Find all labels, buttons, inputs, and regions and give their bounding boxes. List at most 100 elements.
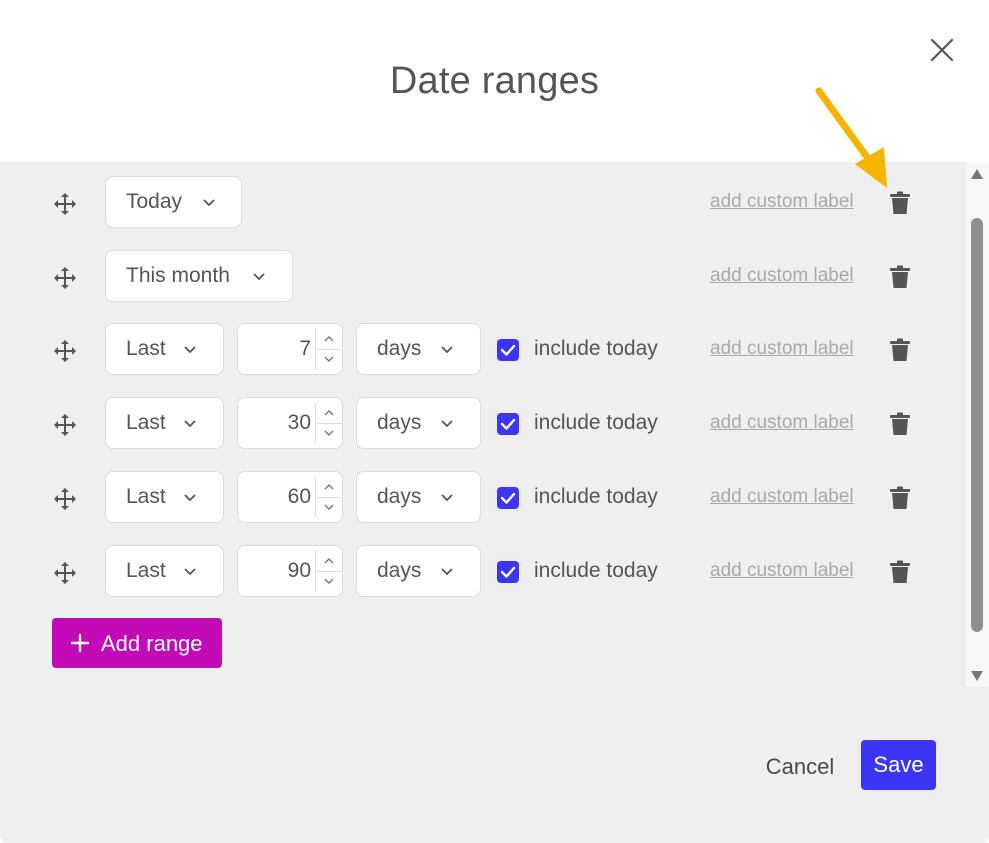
date-ranges-dialog: Date ranges Today add custom label This …: [0, 0, 989, 843]
dialog-title: Date ranges: [389, 60, 600, 102]
checkmark-icon: [500, 492, 516, 504]
chevron-up-icon: [324, 410, 334, 416]
range-row: Last 90 days include today add custom la…: [0, 545, 966, 599]
count-value[interactable]: 7: [299, 337, 311, 361]
scroll-up-arrow-icon[interactable]: [970, 168, 984, 180]
add-custom-label-link[interactable]: add custom label: [710, 338, 854, 360]
decrement-button[interactable]: [316, 423, 342, 444]
add-range-button[interactable]: Add range: [52, 618, 222, 668]
stepper-arrows: [315, 550, 342, 592]
range-row: Last 7 days include today add custom lab…: [0, 323, 966, 377]
chevron-down-icon: [253, 273, 265, 281]
period-select-value: Last: [126, 337, 166, 360]
unit-select-value: days: [377, 559, 422, 582]
chevron-down-icon: [441, 568, 453, 576]
increment-button[interactable]: [316, 476, 342, 498]
checkmark-icon: [500, 344, 516, 356]
chevron-down-icon: [441, 494, 453, 502]
period-select[interactable]: Last: [105, 545, 224, 597]
add-range-label: Add range: [101, 631, 203, 656]
include-today-label: include today: [534, 411, 658, 434]
chevron-down-icon: [324, 430, 334, 436]
add-custom-label-link[interactable]: add custom label: [710, 265, 854, 287]
period-select-value: Last: [126, 559, 166, 582]
save-button[interactable]: Save: [861, 740, 936, 790]
include-today-label: include today: [534, 485, 658, 508]
period-select-value: Today: [126, 190, 183, 213]
chevron-up-icon: [324, 336, 334, 342]
increment-button[interactable]: [316, 328, 342, 350]
period-select[interactable]: This month: [105, 250, 293, 302]
decrement-button[interactable]: [316, 571, 342, 592]
add-custom-label-link[interactable]: add custom label: [710, 560, 854, 582]
chevron-down-icon: [184, 346, 196, 354]
move-icon[interactable]: [52, 191, 78, 217]
chevron-down-icon: [184, 494, 196, 502]
cancel-button[interactable]: Cancel: [760, 749, 840, 785]
chevron-up-icon: [324, 484, 334, 490]
chevron-down-icon: [441, 420, 453, 428]
stepper-arrows: [315, 328, 342, 370]
count-stepper[interactable]: 7: [237, 323, 343, 375]
move-icon[interactable]: [52, 338, 78, 364]
unit-select[interactable]: days: [356, 545, 481, 597]
period-select[interactable]: Last: [105, 471, 224, 523]
count-stepper[interactable]: 60: [237, 471, 343, 523]
move-icon[interactable]: [52, 560, 78, 586]
range-row: This month add custom label: [0, 250, 966, 304]
scrollbar[interactable]: [966, 162, 989, 687]
count-value[interactable]: 30: [288, 411, 311, 435]
range-row: Last 60 days include today add custom la…: [0, 471, 966, 525]
chevron-down-icon: [324, 504, 334, 510]
trash-icon[interactable]: [889, 560, 911, 584]
chevron-down-icon: [324, 578, 334, 584]
trash-icon[interactable]: [889, 191, 911, 215]
period-select[interactable]: Today: [105, 176, 242, 228]
add-custom-label-link[interactable]: add custom label: [710, 191, 854, 213]
chevron-down-icon: [324, 356, 334, 362]
add-custom-label-link[interactable]: add custom label: [710, 486, 854, 508]
include-today-checkbox[interactable]: [497, 339, 519, 361]
chevron-down-icon: [184, 568, 196, 576]
close-button[interactable]: [926, 34, 958, 66]
move-icon[interactable]: [52, 265, 78, 291]
unit-select-value: days: [377, 411, 422, 434]
include-today-checkbox[interactable]: [497, 487, 519, 509]
decrement-button[interactable]: [316, 349, 342, 370]
include-today-label: include today: [534, 337, 658, 360]
count-value[interactable]: 90: [288, 559, 311, 583]
range-row: Today add custom label: [0, 176, 966, 230]
period-select-value: Last: [126, 411, 166, 434]
decrement-button[interactable]: [316, 497, 342, 518]
count-value[interactable]: 60: [288, 485, 311, 509]
unit-select[interactable]: days: [356, 397, 481, 449]
scrollbar-thumb[interactable]: [971, 218, 983, 632]
checkmark-icon: [500, 566, 516, 578]
move-icon[interactable]: [52, 412, 78, 438]
checkmark-icon: [500, 418, 516, 430]
add-custom-label-link[interactable]: add custom label: [710, 412, 854, 434]
trash-icon[interactable]: [889, 338, 911, 362]
count-stepper[interactable]: 90: [237, 545, 343, 597]
period-select-value: This month: [126, 264, 230, 287]
period-select[interactable]: Last: [105, 397, 224, 449]
trash-icon[interactable]: [889, 265, 911, 289]
increment-button[interactable]: [316, 402, 342, 424]
stepper-arrows: [315, 476, 342, 518]
scroll-down-arrow-icon[interactable]: [970, 670, 984, 682]
include-today-checkbox[interactable]: [497, 561, 519, 583]
move-icon[interactable]: [52, 486, 78, 512]
count-stepper[interactable]: 30: [237, 397, 343, 449]
period-select[interactable]: Last: [105, 323, 224, 375]
plus-icon: [70, 633, 90, 653]
range-row: Last 30 days include today add custom la…: [0, 397, 966, 451]
close-icon: [930, 38, 954, 62]
include-today-label: include today: [534, 559, 658, 582]
include-today-checkbox[interactable]: [497, 413, 519, 435]
increment-button[interactable]: [316, 550, 342, 572]
dialog-header: Date ranges: [0, 0, 989, 162]
unit-select[interactable]: days: [356, 323, 481, 375]
trash-icon[interactable]: [889, 412, 911, 436]
unit-select[interactable]: days: [356, 471, 481, 523]
trash-icon[interactable]: [889, 486, 911, 510]
